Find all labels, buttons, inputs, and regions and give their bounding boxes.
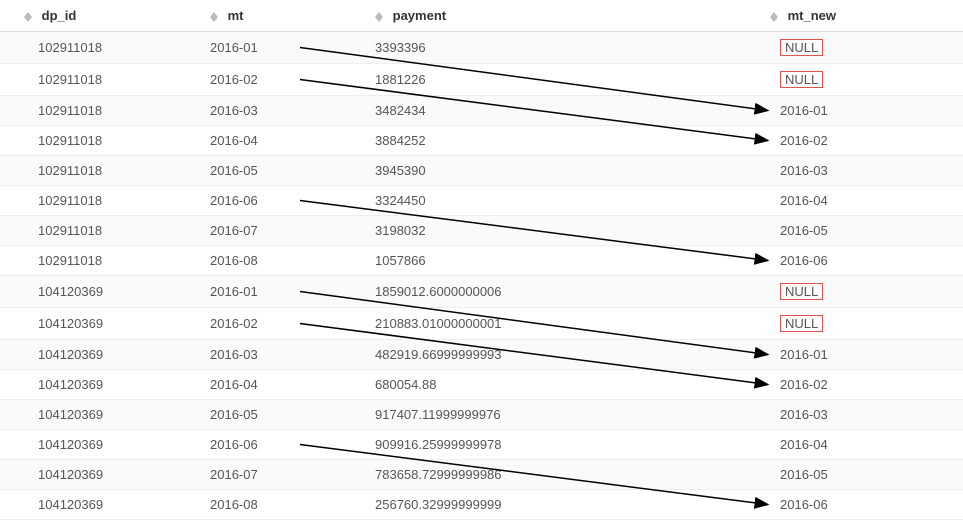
null-badge: NULL	[780, 39, 823, 56]
table-body: 1029110182016-013393396NULL1029110182016…	[0, 32, 963, 520]
table-row: 1029110182016-013393396 NULL	[0, 32, 963, 64]
table-row: 1041203692016-03482919.669999999932016-0…	[0, 340, 963, 370]
null-badge: NULL	[780, 71, 823, 88]
cell-dp-id: 104120369	[0, 340, 210, 370]
table-row: 1029110182016-0334824342016-01	[0, 96, 963, 126]
cell-dp-id: 102911018	[0, 246, 210, 276]
null-badge: NULL	[780, 283, 823, 300]
table-row: 1029110182016-0539453902016-03	[0, 156, 963, 186]
table-row: 1041203692016-02210883.01000000001 NULL	[0, 308, 963, 340]
table-row: 1029110182016-0633244502016-04	[0, 186, 963, 216]
col-label: mt_new	[788, 8, 836, 23]
cell-payment: 3393396	[375, 32, 770, 64]
table-row: 1029110182016-021881226 NULL	[0, 64, 963, 96]
cell-dp-id: 102911018	[0, 186, 210, 216]
col-header-mt[interactable]: mt	[210, 0, 375, 32]
cell-mt: 2016-03	[210, 96, 375, 126]
col-label: mt	[228, 8, 244, 23]
cell-mt-new: 2016-04	[770, 430, 963, 460]
table-row: 1041203692016-07783658.729999999862016-0…	[0, 460, 963, 490]
cell-mt: 2016-06	[210, 430, 375, 460]
cell-mt: 2016-02	[210, 308, 375, 340]
cell-mt-new: 2016-05	[770, 216, 963, 246]
table-row: 1029110182016-0438842522016-02	[0, 126, 963, 156]
cell-payment: 256760.32999999999	[375, 490, 770, 520]
cell-payment: 917407.11999999976	[375, 400, 770, 430]
cell-mt: 2016-04	[210, 126, 375, 156]
cell-mt-new: NULL	[770, 32, 963, 64]
cell-mt-new: 2016-04	[770, 186, 963, 216]
table-row: 1029110182016-0810578662016-06	[0, 246, 963, 276]
sort-icon[interactable]	[770, 12, 778, 22]
cell-payment: 482919.66999999993	[375, 340, 770, 370]
col-header-dp-id[interactable]: dp_id	[0, 0, 210, 32]
cell-payment: 680054.88	[375, 370, 770, 400]
table-header-row: dp_id mt payment	[0, 0, 963, 32]
cell-payment: 3482434	[375, 96, 770, 126]
cell-mt: 2016-08	[210, 490, 375, 520]
table-row: 1041203692016-06909916.259999999782016-0…	[0, 430, 963, 460]
cell-mt: 2016-01	[210, 32, 375, 64]
cell-dp-id: 102911018	[0, 216, 210, 246]
cell-mt: 2016-06	[210, 186, 375, 216]
cell-mt-new: 2016-06	[770, 490, 963, 520]
cell-payment: 3324450	[375, 186, 770, 216]
sort-icon[interactable]	[24, 12, 32, 22]
cell-mt: 2016-07	[210, 460, 375, 490]
cell-mt-new: 2016-01	[770, 96, 963, 126]
col-label: dp_id	[42, 8, 77, 23]
cell-dp-id: 102911018	[0, 126, 210, 156]
col-label: payment	[393, 8, 446, 23]
table-row: 1029110182016-0731980322016-05	[0, 216, 963, 246]
cell-dp-id: 104120369	[0, 460, 210, 490]
cell-mt-new: NULL	[770, 64, 963, 96]
cell-mt: 2016-05	[210, 156, 375, 186]
cell-mt-new: 2016-05	[770, 460, 963, 490]
cell-mt-new: 2016-02	[770, 126, 963, 156]
cell-mt-new: 2016-02	[770, 370, 963, 400]
table-row: 1041203692016-05917407.119999999762016-0…	[0, 400, 963, 430]
table-row: 1041203692016-04680054.882016-02	[0, 370, 963, 400]
cell-mt: 2016-05	[210, 400, 375, 430]
cell-payment: 1881226	[375, 64, 770, 96]
cell-mt-new: 2016-03	[770, 156, 963, 186]
cell-mt: 2016-07	[210, 216, 375, 246]
cell-mt: 2016-04	[210, 370, 375, 400]
cell-dp-id: 102911018	[0, 64, 210, 96]
cell-dp-id: 102911018	[0, 32, 210, 64]
cell-payment: 3198032	[375, 216, 770, 246]
cell-mt: 2016-08	[210, 246, 375, 276]
cell-payment: 1057866	[375, 246, 770, 276]
cell-payment: 210883.01000000001	[375, 308, 770, 340]
cell-dp-id: 104120369	[0, 400, 210, 430]
cell-dp-id: 104120369	[0, 276, 210, 308]
cell-mt-new: NULL	[770, 276, 963, 308]
cell-mt: 2016-03	[210, 340, 375, 370]
cell-payment: 1859012.6000000006	[375, 276, 770, 308]
sort-icon[interactable]	[375, 12, 383, 22]
cell-dp-id: 104120369	[0, 430, 210, 460]
table-row: 1041203692016-011859012.6000000006 NULL	[0, 276, 963, 308]
data-table: dp_id mt payment	[0, 0, 963, 520]
cell-mt-new: NULL	[770, 308, 963, 340]
cell-mt: 2016-01	[210, 276, 375, 308]
cell-mt-new: 2016-06	[770, 246, 963, 276]
cell-dp-id: 104120369	[0, 308, 210, 340]
col-header-mt-new[interactable]: mt_new	[770, 0, 963, 32]
cell-dp-id: 102911018	[0, 96, 210, 126]
sort-icon[interactable]	[210, 12, 218, 22]
cell-payment: 3945390	[375, 156, 770, 186]
cell-dp-id: 102911018	[0, 156, 210, 186]
table-row: 1041203692016-08256760.329999999992016-0…	[0, 490, 963, 520]
cell-payment: 783658.72999999986	[375, 460, 770, 490]
col-header-payment[interactable]: payment	[375, 0, 770, 32]
cell-payment: 3884252	[375, 126, 770, 156]
cell-mt-new: 2016-01	[770, 340, 963, 370]
cell-dp-id: 104120369	[0, 490, 210, 520]
cell-mt: 2016-02	[210, 64, 375, 96]
cell-payment: 909916.25999999978	[375, 430, 770, 460]
cell-dp-id: 104120369	[0, 370, 210, 400]
cell-mt-new: 2016-03	[770, 400, 963, 430]
null-badge: NULL	[780, 315, 823, 332]
